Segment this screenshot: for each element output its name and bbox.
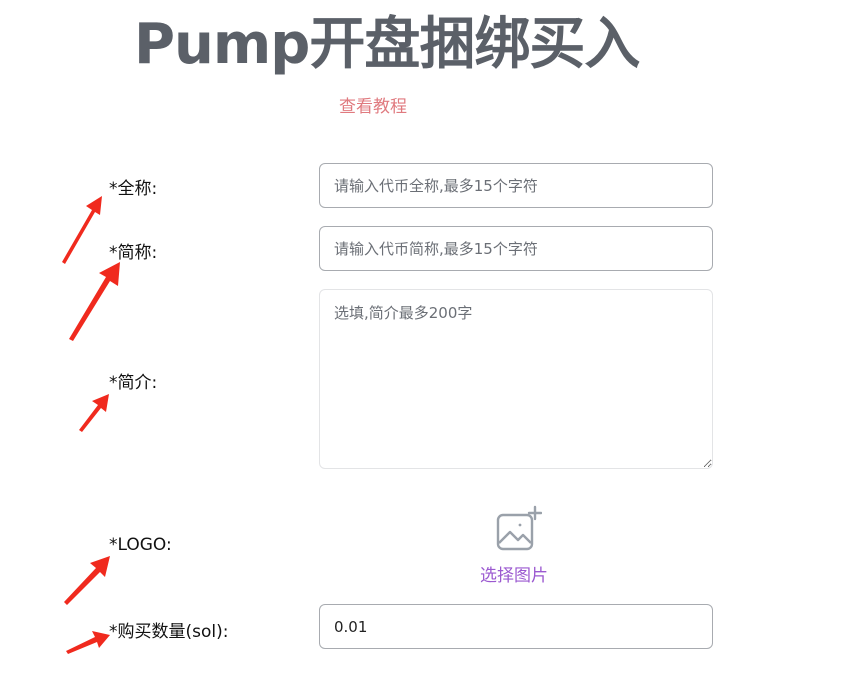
arrow-full-name	[62, 196, 102, 264]
arrow-description	[79, 394, 109, 432]
arrow-short-name	[69, 262, 120, 341]
arrow-logo	[64, 556, 110, 605]
annotation-arrows	[62, 196, 120, 654]
arrow-buy-amount	[66, 631, 110, 654]
